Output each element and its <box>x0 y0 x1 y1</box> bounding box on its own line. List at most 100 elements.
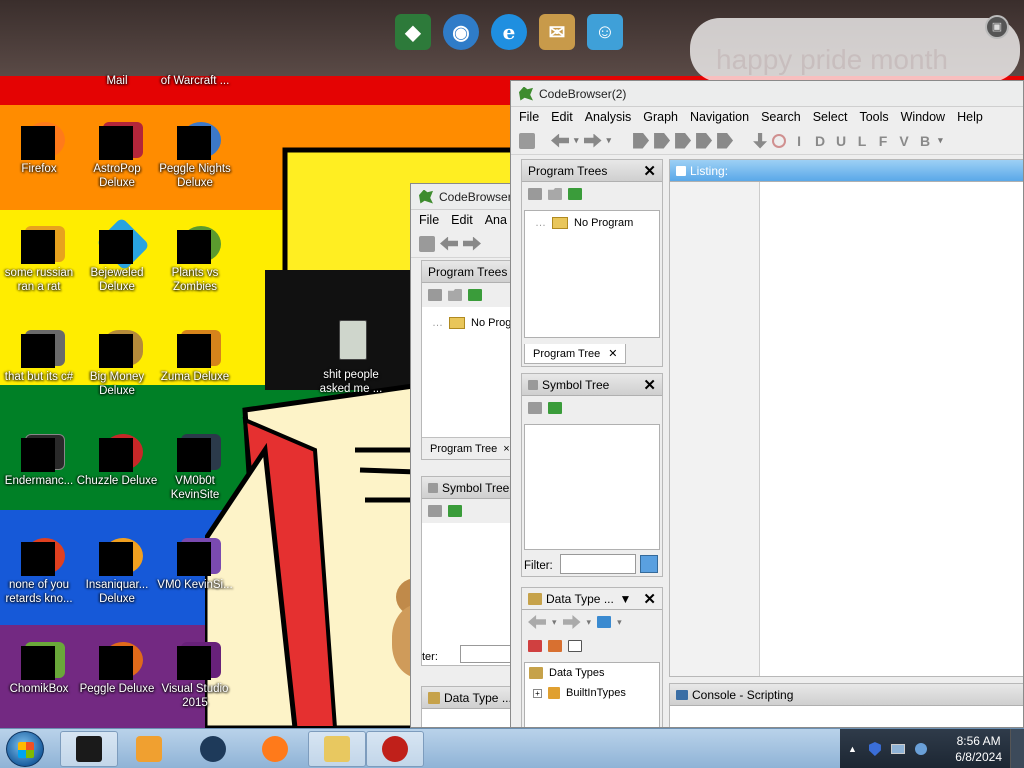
desktop-icon-peggle-nights[interactable]: Peggle Nights Deluxe <box>154 122 236 190</box>
mail-delivery-icon[interactable]: ✉ <box>539 14 575 50</box>
refresh-icon[interactable] <box>448 505 462 517</box>
desktop-icon-peggle-deluxe[interactable]: Peggle Deluxe <box>76 642 158 696</box>
taskbar-firefox[interactable] <box>246 731 304 767</box>
close-tab-icon[interactable]: × <box>503 443 509 455</box>
taskbar-ghidra[interactable] <box>366 731 424 767</box>
menu-graph[interactable]: Graph <box>643 110 684 124</box>
tree-tool-icon[interactable] <box>528 188 542 200</box>
codebrowser-window-main[interactable]: CodeBrowser(2) File Edit Analysis Graph … <box>510 80 1024 728</box>
download-arrow-icon[interactable] <box>753 132 768 149</box>
desktop-icon-bejeweled[interactable]: Bejeweled Deluxe <box>76 217 158 294</box>
refresh-icon[interactable] <box>548 402 562 414</box>
program-tree-tab[interactable]: Program Tree × <box>422 437 519 459</box>
next-data-icon[interactable] <box>654 132 671 149</box>
folder-tool-icon[interactable] <box>548 188 562 200</box>
toolbar-letter-u[interactable]: U <box>833 133 849 149</box>
desktop-icon-vm0-kevinsite[interactable]: VM0 KevinSi... <box>154 538 236 592</box>
start-button[interactable] <box>6 731 44 767</box>
desktop-icon-that-but-its-csharp[interactable]: that but its c# <box>0 330 80 384</box>
next-undefined-icon[interactable] <box>675 132 692 149</box>
menu-tools[interactable]: Tools <box>859 110 894 124</box>
desktop-icon-endermanch[interactable]: Endermanc... <box>0 434 80 488</box>
open-program-icon[interactable] <box>568 188 582 200</box>
import-symbols-icon[interactable] <box>428 505 442 517</box>
save-icon[interactable] <box>519 132 535 149</box>
desktop-icon-big-money[interactable]: Big Money Deluxe <box>76 330 158 398</box>
desktop-icon-visual-studio-2015[interactable]: Visual Studio 2015 <box>154 642 236 710</box>
collapse-all-icon[interactable] <box>568 640 582 652</box>
desktop-icon-firefox[interactable]: Firefox <box>0 122 80 176</box>
back-arrow-icon[interactable] <box>528 615 546 629</box>
window-titlebar[interactable]: CodeBrowser(2) <box>511 81 1023 107</box>
close-icon[interactable]: ✕ <box>643 376 656 394</box>
briefcase-icon[interactable]: ▣ <box>985 15 1009 39</box>
menu-help[interactable]: Help <box>957 110 989 124</box>
desktop-icon-warcraft[interactable]: of Warcraft ... <box>154 74 236 88</box>
save-icon[interactable] <box>419 235 435 252</box>
chevron-down-icon[interactable]: ▾ <box>617 617 622 628</box>
desktop-icon-mail[interactable]: Mail <box>76 74 158 88</box>
codebrowser-window-back[interactable]: CodeBrowser File Edit Ana Program Trees … <box>410 183 520 728</box>
builtin-types-node[interactable]: + BuiltInTypes <box>525 683 659 703</box>
menu-window[interactable]: Window <box>901 110 951 124</box>
open-program-icon[interactable] <box>468 289 482 301</box>
taskbar-globe-app[interactable] <box>184 731 242 767</box>
network-icon[interactable] <box>890 744 905 754</box>
winamp-icon[interactable]: ◆ <box>395 14 431 50</box>
import-symbols-icon[interactable] <box>528 402 542 414</box>
toolbar-letter-f[interactable]: F <box>875 133 891 149</box>
next-function-icon[interactable] <box>717 132 734 149</box>
desktop-icon-zuma[interactable]: Zuma Deluxe <box>154 330 236 384</box>
menu-analysis[interactable]: Ana <box>485 213 513 227</box>
filter-types-icon[interactable] <box>597 616 612 628</box>
expand-icon[interactable]: + <box>533 688 542 698</box>
chevron-down-icon[interactable]: ▾ <box>607 135 612 146</box>
desktop-icon-chuzzle[interactable]: Chuzzle Deluxe <box>76 434 158 488</box>
toolbar-letter-i[interactable]: I <box>791 133 807 149</box>
desktop-icon-chomikbox[interactable]: ChomikBox <box>0 642 80 696</box>
chevron-down-icon[interactable]: ▾ <box>587 617 592 628</box>
back-arrow-icon[interactable] <box>440 236 458 251</box>
next-label-icon[interactable] <box>696 132 713 149</box>
tree-tool-icon[interactable] <box>428 289 442 301</box>
chevron-up-icon[interactable]: ▲ <box>848 744 857 754</box>
filter-input[interactable] <box>560 554 636 574</box>
chevron-down-icon[interactable]: ▾ <box>938 135 943 146</box>
chevron-down-icon[interactable]: ▼ <box>620 592 632 606</box>
symbol-tree-view[interactable] <box>524 424 660 550</box>
filter-options-icon[interactable] <box>640 555 658 573</box>
collapse-icon[interactable] <box>548 640 562 652</box>
toolbar-letter-v[interactable]: V <box>896 133 912 149</box>
desktop-icon-vm0b0t-kevinsite[interactable]: VM0b0t KevinSite <box>154 434 236 502</box>
menu-analysis[interactable]: Analysis <box>585 110 638 124</box>
taskbar-terminal[interactable] <box>60 731 118 767</box>
desktop-icon-none-of-you[interactable]: none of you retards kno... <box>0 538 80 606</box>
taskbar-file-explorer[interactable] <box>308 731 366 767</box>
desktop-icon-folder[interactable]: shit people asked me ... <box>310 320 392 396</box>
show-desktop-button[interactable] <box>1010 729 1024 768</box>
toolbar-letter-l[interactable]: L <box>854 133 870 149</box>
window-titlebar[interactable]: CodeBrowser <box>411 184 519 210</box>
menu-select[interactable]: Select <box>813 110 854 124</box>
network-globe-icon[interactable]: ◉ <box>443 14 479 50</box>
next-instruction-icon[interactable] <box>633 132 650 149</box>
program-tree-tab[interactable]: Program Tree ✕ <box>524 344 627 364</box>
desktop-icon-astropop[interactable]: AstroPop Deluxe <box>76 122 158 190</box>
forward-arrow-icon[interactable] <box>463 236 481 251</box>
menu-edit[interactable]: Edit <box>451 213 479 227</box>
menu-file[interactable]: File <box>519 110 545 124</box>
folder-tool-icon[interactable] <box>448 289 462 301</box>
toolbar-letter-d[interactable]: D <box>812 133 828 149</box>
close-icon[interactable]: ✕ <box>643 162 656 180</box>
back-arrow-icon[interactable] <box>551 133 569 148</box>
unlink-icon[interactable] <box>528 640 542 652</box>
toolbar-letter-b[interactable]: B <box>917 133 933 149</box>
shield-icon[interactable] <box>868 742 881 756</box>
menu-edit[interactable]: Edit <box>551 110 579 124</box>
forward-arrow-icon[interactable] <box>583 133 602 148</box>
clock[interactable]: 8:56 AM 6/8/2024 <box>955 733 1002 765</box>
volume-icon[interactable] <box>914 743 927 755</box>
listing-view[interactable] <box>760 182 1023 676</box>
menu-file[interactable]: File <box>419 213 445 227</box>
desktop-icon-plants-vs-zombies[interactable]: Plants vs Zombies <box>154 226 236 294</box>
